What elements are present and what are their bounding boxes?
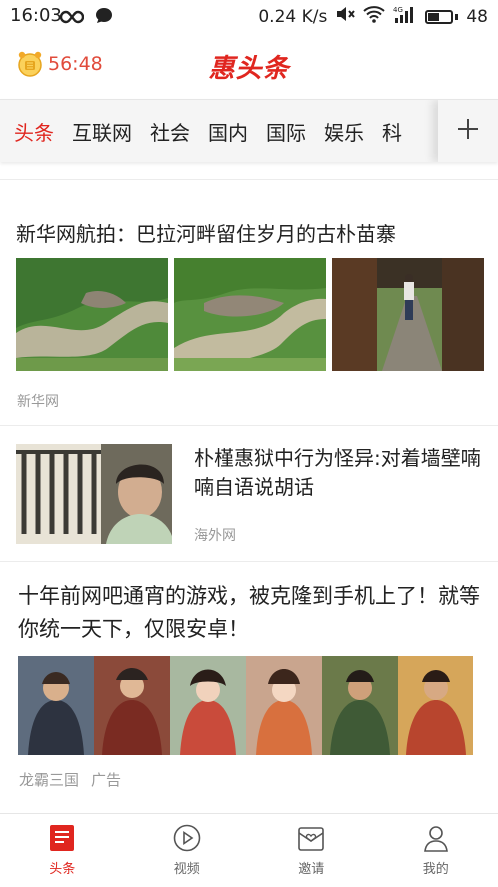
status-bar: 16:03 0.24 K/s 4G 48 — [0, 0, 498, 34]
invite-heart-icon — [297, 824, 325, 856]
message-bubble-icon — [94, 6, 114, 31]
nav-video[interactable]: 视频 — [125, 814, 250, 887]
news-feed: 新华网航拍：巴拉河畔留住岁月的古朴苗寨 — [0, 162, 498, 819]
ad-title: 十年前网吧通宵的游戏，被克隆到手机上了！就等你统一天下，仅限安卓！ — [18, 580, 486, 646]
add-category-button[interactable] — [438, 100, 498, 162]
news-icon — [49, 824, 75, 856]
status-time: 16:03 — [10, 5, 62, 26]
net-speed: 0.24 K/s — [258, 7, 327, 27]
news-source: 海外网 — [194, 525, 236, 545]
category-tabs: 头条 互联网 社会 国内 国际 娱乐 科 — [0, 99, 498, 162]
tab-tech[interactable]: 科 — [382, 117, 402, 146]
nav-headline[interactable]: 头条 — [0, 814, 125, 887]
tab-domestic[interactable]: 国内 — [208, 117, 248, 146]
tab-headline[interactable]: 头条 — [14, 117, 54, 146]
news-item[interactable]: 新华网航拍：巴拉河畔留住岁月的古朴苗寨 — [0, 180, 498, 425]
news-title: 新华网航拍：巴拉河畔留住岁月的古朴苗寨 — [16, 218, 396, 247]
news-title: 朴槿惠狱中行为怪异:对着墙壁喃喃自语说胡话 — [194, 444, 484, 502]
news-thumbnail[interactable] — [174, 258, 326, 371]
ad-banner-image[interactable] — [18, 656, 473, 755]
nav-label: 我的 — [423, 858, 449, 877]
nav-label: 视频 — [174, 858, 200, 877]
tab-entertainment[interactable]: 娱乐 — [324, 117, 364, 146]
nav-invite[interactable]: 邀请 — [249, 814, 374, 887]
app-header: 56:48 惠头条 — [0, 34, 498, 98]
news-thumbnail[interactable] — [16, 258, 168, 371]
ad-item[interactable]: 十年前网吧通宵的游戏，被克隆到手机上了！就等你统一天下，仅限安卓！ 龙霸三国 广… — [0, 562, 498, 818]
app-logo: 惠头条 — [0, 48, 498, 85]
battery-level: 48 — [466, 7, 488, 27]
news-item[interactable]: 朴槿惠狱中行为怪异:对着墙壁喃喃自语说胡话 海外网 — [0, 426, 498, 561]
news-source: 新华网 — [17, 391, 59, 411]
mute-icon — [335, 5, 355, 28]
tab-society[interactable]: 社会 — [150, 117, 190, 146]
news-thumbnail[interactable] — [332, 258, 484, 371]
nav-profile[interactable]: 我的 — [374, 814, 498, 887]
plus-icon — [457, 118, 479, 144]
user-icon — [422, 824, 450, 856]
infinity-icon — [60, 9, 84, 29]
ad-source: 龙霸三国 — [19, 769, 79, 790]
nav-label: 邀请 — [298, 858, 324, 877]
tab-international[interactable]: 国际 — [266, 117, 306, 146]
signal-4g-icon: 4G — [393, 5, 417, 28]
battery-icon — [425, 10, 458, 24]
play-icon — [173, 824, 201, 856]
wifi-icon — [363, 5, 385, 28]
tab-internet[interactable]: 互联网 — [72, 117, 132, 146]
svg-text:4G: 4G — [393, 6, 403, 14]
ad-tag: 广告 — [91, 769, 121, 790]
nav-label: 头条 — [49, 858, 75, 877]
bottom-nav: 头条 视频 邀请 我的 — [0, 813, 498, 887]
news-thumbnail[interactable] — [16, 444, 172, 544]
